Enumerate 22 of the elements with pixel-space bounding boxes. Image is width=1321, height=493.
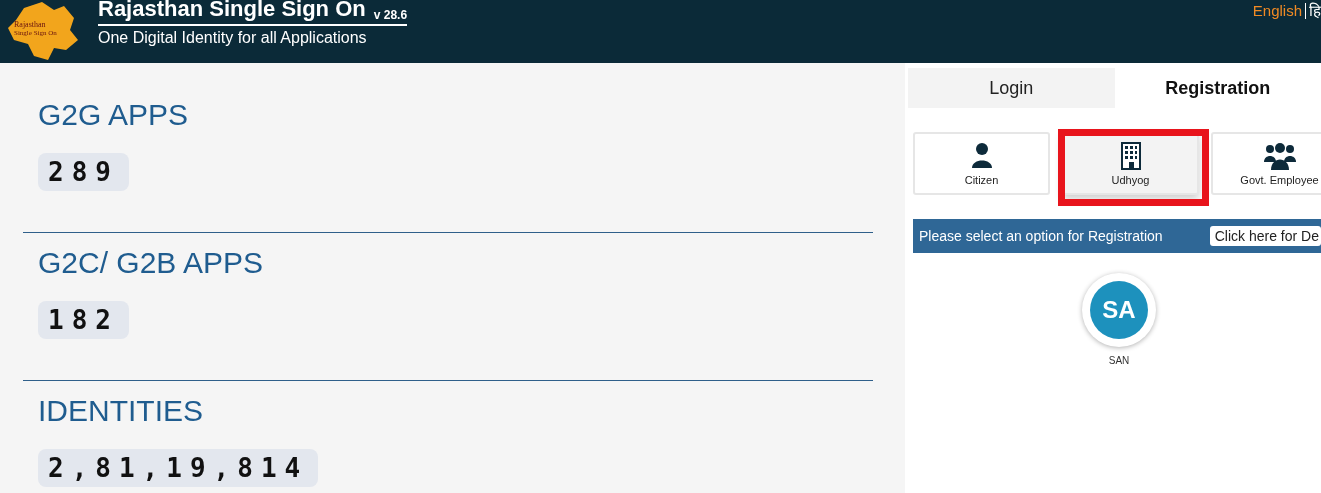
app-logo[interactable]: SA [1082, 273, 1156, 347]
stat-heading: G2G APPS [38, 97, 189, 133]
option-card[interactable]: Govt. Employee [1211, 132, 1321, 195]
counter-display: 289 [38, 153, 129, 191]
language-link[interactable]: English [1252, 1, 1302, 21]
option-card[interactable]: Citizen [913, 132, 1050, 195]
notice-text: Please select an option for Registration [919, 228, 1163, 244]
site-title: Rajasthan Single Sign On [98, 0, 366, 22]
people-icon [1263, 141, 1296, 170]
language-link[interactable]: हि [1309, 1, 1321, 21]
app-label: SAN [1108, 355, 1130, 366]
version-label: v 28.6 [373, 8, 408, 22]
stat-heading: G2C/ G2B APPS [38, 245, 264, 281]
person-icon [969, 141, 994, 170]
building-icon [1118, 141, 1143, 170]
tab[interactable]: Login [908, 68, 1115, 108]
counter-display: 2,81,19,814 [38, 449, 319, 487]
demo-button[interactable]: Click here for De [1209, 226, 1321, 246]
site-subtitle: One Digital Identity for all Applications [98, 29, 367, 46]
logo-text: Rajasthan [14, 20, 46, 29]
counter-display: 182 [38, 301, 129, 339]
stat-heading: IDENTITIES [38, 393, 203, 429]
